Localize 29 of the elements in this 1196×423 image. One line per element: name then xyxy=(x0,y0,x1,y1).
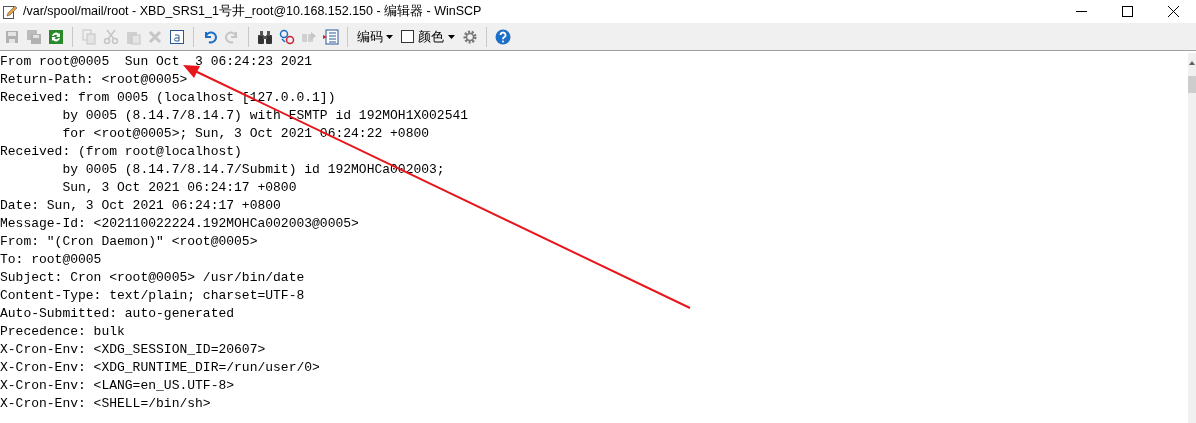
text-line: Subject: Cron <root@0005> /usr/bin/date xyxy=(0,269,305,287)
encoding-dropdown[interactable]: 编码 xyxy=(354,27,396,46)
text-line: Received: (from root@localhost) xyxy=(0,143,242,161)
caret-icon[interactable] xyxy=(386,34,393,39)
text-line: Message-Id: <202110022224.192MOHCa002003@0005> xyxy=(0,215,359,233)
scroll-up-icon[interactable] xyxy=(1188,59,1196,67)
text-line: Sun, 3 Oct 2021 06:24:17 +0800 xyxy=(61,179,297,197)
text-line: From: "(Cron Daemon)" <root@0005> xyxy=(0,233,258,251)
text-line: X-Cron-Env: <LANG=en_US.UTF-8> xyxy=(0,377,235,395)
text-line: X-Cron-Env: <XDG_RUNTIME_DIR=/run/user/0> xyxy=(0,359,320,377)
checkbox[interactable] xyxy=(401,30,414,43)
text-line: Return-Path: <root@0005> xyxy=(0,71,188,89)
pencil-page-icon xyxy=(3,4,17,19)
text-line: X-Cron-Env: <SHELL=/bin/sh> xyxy=(0,395,211,413)
window-title: /var/spool/mail/root - XBD_SRS1_1号井_root@10.168.152.150 - 编辑器 - WinSCP xyxy=(23,3,483,20)
caret-icon[interactable] xyxy=(448,34,455,39)
scroll-thumb[interactable] xyxy=(1188,76,1196,93)
scrollbar[interactable] xyxy=(1188,53,1196,423)
text-line: by 0005 (8.14.7/8.14.7) with ESMTP id 192MOH1X002541 xyxy=(61,107,469,125)
close-icon[interactable] xyxy=(1167,6,1179,17)
text-line: Precedence: bulk xyxy=(0,323,125,341)
text-line: From root@0005 Sun Oct 3 06:24:23 2021 xyxy=(0,53,313,71)
text-line: To: root@0005 xyxy=(0,251,102,269)
text-line: X-Cron-Env: <XDG_SESSION_ID=20607> xyxy=(0,341,266,359)
text-line: Auto-Submitted: auto-generated xyxy=(0,305,235,323)
color-dropdown[interactable]: 颜色 xyxy=(398,27,458,46)
text-line: Date: Sun, 3 Oct 2021 06:24:17 +0800 xyxy=(0,197,281,215)
maximize-icon[interactable] xyxy=(1121,6,1133,17)
text-line: Content-Type: text/plain; charset=UTF-8 xyxy=(0,287,305,305)
